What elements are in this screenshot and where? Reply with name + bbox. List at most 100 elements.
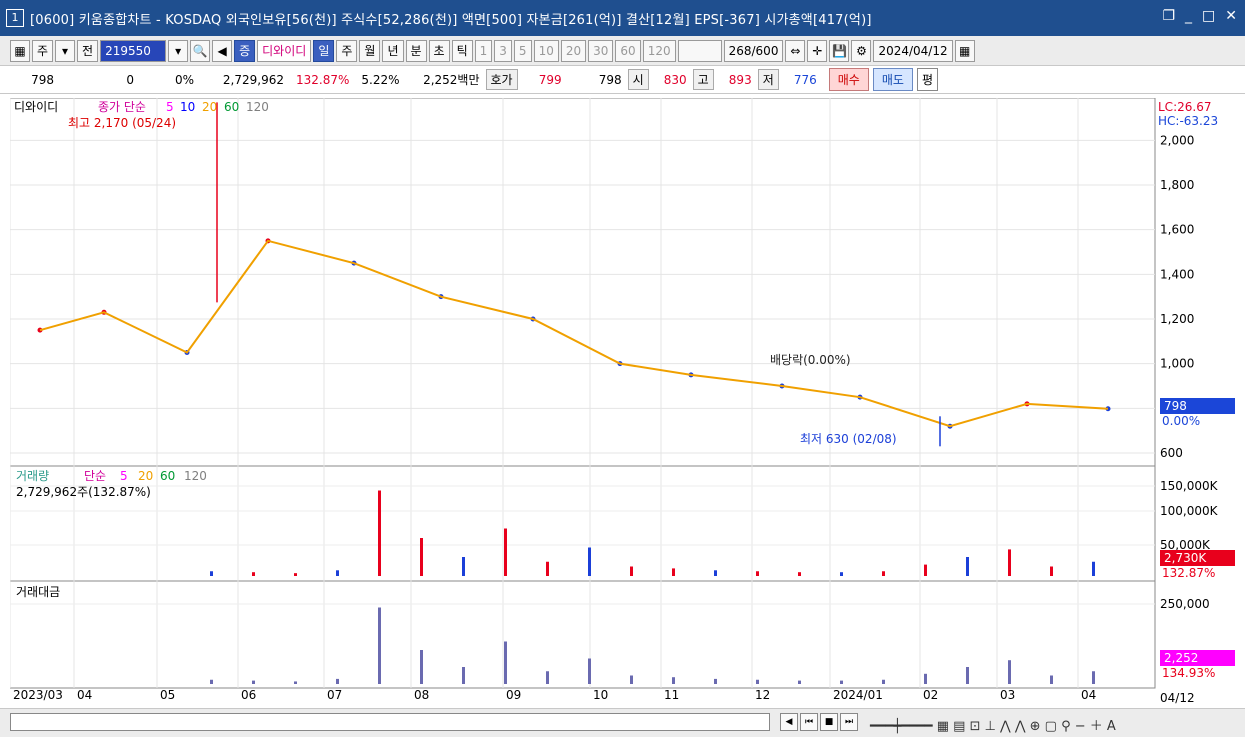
x-axis: 2023/03 04 05 06 07 08 09 10 11 12 2024/01 02 03 04	[13, 688, 1096, 702]
volume-bar	[252, 572, 255, 576]
interval-5[interactable]: 5	[513, 39, 532, 62]
quote-amount: 2,252백만	[423, 73, 480, 87]
chart-tools[interactable]: ━━━┿━━━━ ▦ ▤ ⊡ ⊥ ⋀ ⋀ ⊕ ▢ ⚲ − ＋ A	[870, 715, 1116, 734]
min-annotation: 최저 630 (02/08)	[800, 432, 897, 446]
amount-bar	[294, 681, 297, 684]
y-tick-label: 1,000	[1160, 357, 1194, 371]
buy-button[interactable]: 매수	[828, 68, 869, 91]
close-icon[interactable]: ✕	[1225, 8, 1237, 24]
vol-ma-label-20: 20	[138, 469, 153, 483]
restore-icon[interactable]: ❐	[1162, 8, 1175, 24]
save-icon[interactable]: 💾	[829, 39, 850, 62]
scroll-first-icon[interactable]: ⏮	[800, 713, 818, 731]
calendar-icon[interactable]: ▦	[954, 39, 975, 62]
interval-3[interactable]: 3	[494, 39, 512, 62]
amount-bar	[714, 678, 717, 684]
period-tick[interactable]: 틱	[451, 39, 473, 62]
interval-custom-input[interactable]	[677, 39, 722, 62]
interval-120[interactable]: 120	[642, 39, 676, 62]
quote-volume: 2,729,962	[222, 72, 284, 87]
prev-button[interactable]: 전	[77, 39, 99, 62]
vol-ma-label-120: 120	[184, 469, 207, 483]
quote-low: 776	[793, 72, 817, 87]
amount-bar	[882, 679, 885, 684]
ma-label-60: 60	[224, 100, 239, 114]
x-tick-label: 04	[1081, 688, 1096, 702]
x-tick-label: 08	[414, 688, 429, 702]
stock-type-select[interactable]: 주	[32, 39, 54, 62]
x-tick-label: 07	[327, 688, 342, 702]
minimize-icon[interactable]: _	[1185, 8, 1192, 24]
period-minute[interactable]: 분	[405, 39, 427, 62]
x-tick-label: 11	[664, 688, 679, 702]
eval-button[interactable]: 평	[916, 68, 938, 91]
volume-bar	[840, 572, 843, 576]
volume-bar	[462, 557, 465, 576]
chart-area[interactable]: 2,0001,8001,6001,4001,2001,000800600150,…	[9, 97, 1237, 705]
vol-ma-label-5: 5	[120, 469, 128, 483]
volume-bar	[336, 570, 339, 576]
period-day[interactable]: 일	[313, 39, 335, 62]
quote-bar: 798 0 0% 2,729,962 132.87% 5.22% 2,252백만…	[0, 66, 1245, 94]
count-display[interactable]: 268/600	[723, 39, 784, 62]
zoom-icon[interactable]: ⇔	[785, 39, 806, 62]
interval-1[interactable]: 1	[474, 39, 493, 62]
quote-vol-ratio: 132.87%	[296, 72, 350, 87]
title-bar: 1 [0600] 키움종합차트 - KOSDAQ 외국인보유[56(천)] 주식…	[0, 0, 1245, 36]
layout-icon[interactable]: ▦	[10, 39, 30, 62]
ma-label-120: 120	[246, 100, 269, 114]
chart-svg[interactable]: 2,0001,8001,6001,4001,2001,000800600150,…	[9, 97, 1237, 705]
max-annotation: 최고 2,170 (05/24)	[68, 116, 176, 130]
volume-tick-label: 150,000K	[1160, 479, 1219, 493]
interval-10[interactable]: 10	[533, 39, 559, 62]
volume-bar	[966, 557, 969, 576]
volume-bar	[630, 566, 633, 576]
amount-bar	[840, 680, 843, 684]
quote-high: 893	[728, 72, 752, 87]
volume-bar	[546, 561, 549, 576]
amount-last-pct: 134.93%	[1162, 666, 1215, 680]
interval-20[interactable]: 20	[560, 39, 587, 62]
stock-code-input[interactable]: 219550	[100, 39, 167, 62]
interval-60[interactable]: 60	[615, 39, 641, 62]
sell-button[interactable]: 매도	[872, 68, 913, 91]
navigation-buttons: ◀ ⏮ ■ ⏭	[780, 713, 858, 731]
search-icon[interactable]: 🔍	[190, 39, 211, 62]
amount-bar	[966, 667, 969, 684]
amount-bar	[1050, 675, 1053, 684]
y-tick-label: 1,400	[1160, 267, 1194, 281]
vol-ma-label-60: 60	[160, 469, 175, 483]
scroll-last-icon[interactable]: ⏭	[840, 713, 858, 731]
gear-icon[interactable]: ⚙	[851, 39, 872, 62]
x-tick-label: 06	[241, 688, 256, 702]
x-tick-label: 03	[1000, 688, 1015, 702]
volume-last-value: 2,730K	[1164, 551, 1207, 565]
date-input[interactable]: 2024/04/12	[873, 39, 953, 62]
ma-label-20: 20	[202, 100, 217, 114]
amount-bar	[588, 658, 591, 684]
horizontal-scrollbar[interactable]	[10, 713, 770, 731]
quote-change-pct: 0%	[174, 72, 194, 87]
volume-bar	[504, 528, 507, 576]
stop-icon[interactable]: ■	[820, 713, 838, 731]
period-week[interactable]: 주	[336, 39, 358, 62]
period-year[interactable]: 년	[382, 39, 404, 62]
crosshair-icon[interactable]: ✛	[807, 39, 828, 62]
maximize-icon[interactable]: □	[1202, 8, 1215, 24]
volume-panel-title: 거래량	[16, 469, 49, 483]
volume-bar	[672, 568, 675, 576]
volume-bar	[798, 572, 801, 576]
hoga-label: 호가	[485, 69, 518, 90]
scroll-left-icon[interactable]: ◀	[780, 713, 798, 731]
period-month[interactable]: 월	[359, 39, 381, 62]
chart-toolbar: ▦ 주 ▾ 전 219550 ▾ 🔍 ◀ 증 디와이디 일 주 월 년 분 초 …	[0, 36, 1245, 66]
code-dropdown-icon[interactable]: ▾	[168, 39, 189, 62]
amount-bar	[1008, 660, 1011, 684]
interval-30[interactable]: 30	[588, 39, 614, 62]
stock-name: 디와이디	[257, 39, 312, 62]
period-second[interactable]: 초	[428, 39, 450, 62]
y-tick-label: 1,200	[1160, 312, 1194, 326]
speaker-icon[interactable]: ◀	[212, 39, 233, 62]
amount-tick-label: 250,000	[1160, 597, 1210, 611]
chevron-down-icon[interactable]: ▾	[55, 39, 76, 62]
